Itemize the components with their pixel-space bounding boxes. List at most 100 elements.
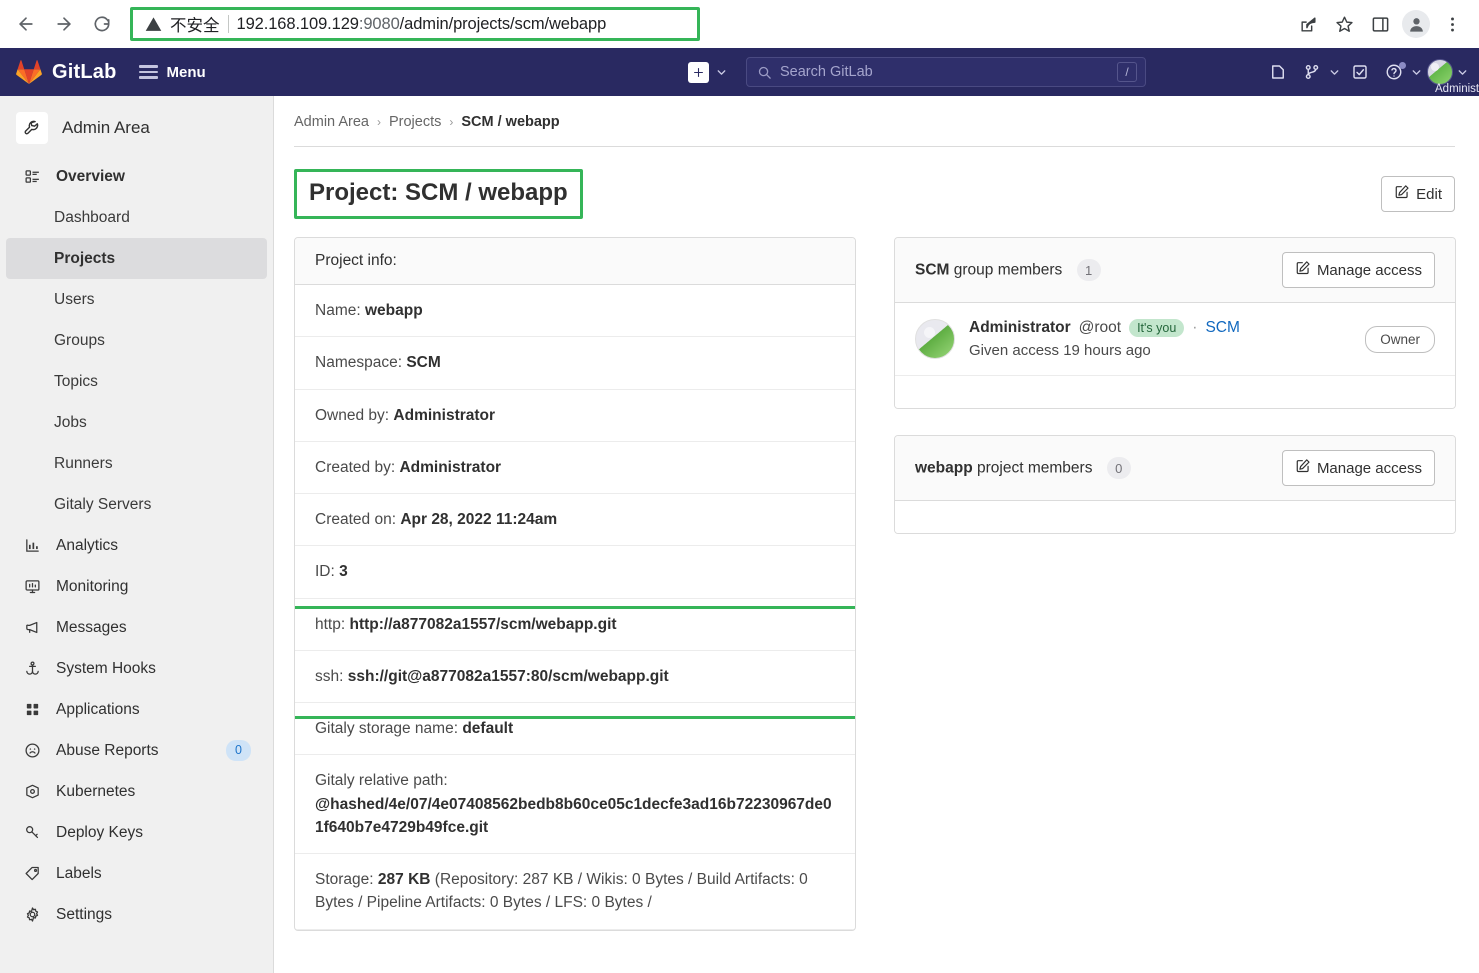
user-chevron-down-icon[interactable] <box>1456 66 1469 79</box>
sidebar-item-system-hooks-label: System Hooks <box>56 659 156 677</box>
megaphone-icon <box>22 619 42 636</box>
sidebar-item-deploy-keys-label: Deploy Keys <box>56 823 144 841</box>
gitlab-home-link[interactable]: GitLab <box>16 59 117 85</box>
sidebar-item-dashboard[interactable]: Dashboard <box>6 197 267 238</box>
browser-reload-button[interactable] <box>84 6 120 42</box>
sidebar-item-labels-label: Labels <box>56 864 102 882</box>
omnibox-divider <box>227 15 229 33</box>
address-bar[interactable]: 不安全 192.168.109.129:9080/admin/projects/… <box>130 7 700 41</box>
info-row-created-on: Created on: Apr 28, 2022 11:24am <box>295 494 855 547</box>
user-menu[interactable]: Administrator <box>1427 59 1479 95</box>
navbar-center: / <box>688 57 1146 87</box>
member-name: Administrator <box>969 319 1071 336</box>
create-new-icon[interactable] <box>688 61 709 83</box>
sidebar-item-messages[interactable]: Messages <box>6 607 267 648</box>
sidebar-item-monitoring[interactable]: Monitoring <box>6 566 267 607</box>
sidebar-item-labels[interactable]: Labels <box>6 853 267 894</box>
browser-menu-icon[interactable] <box>1435 7 1469 41</box>
info-value-namespace: SCM <box>406 354 441 372</box>
search-shortcut-key: / <box>1117 62 1137 82</box>
sidebar-item-analytics-label: Analytics <box>56 536 119 554</box>
browser-back-button[interactable] <box>8 6 44 42</box>
create-new-chevron-down-icon[interactable] <box>715 66 728 79</box>
hook-icon <box>22 660 42 677</box>
sidebar-item-settings[interactable]: Settings <box>6 894 267 935</box>
browser-profile-avatar[interactable] <box>1399 7 1433 41</box>
project-members-project-name: webapp <box>915 459 973 477</box>
project-members-card: webapp project members 0 Manage access <box>894 435 1456 534</box>
sidebar-item-jobs[interactable]: Jobs <box>6 402 267 443</box>
sidebar-item-topics[interactable]: Topics <box>6 361 267 402</box>
sidebar-item-monitoring-label: Monitoring <box>56 577 129 595</box>
info-label-id: ID: <box>315 563 335 581</box>
sidebar-item-abuse-reports[interactable]: Abuse Reports 0 <box>6 730 267 771</box>
overview-icon <box>22 168 42 185</box>
sidebar-item-analytics[interactable]: Analytics <box>6 525 267 566</box>
edit-button[interactable]: Edit <box>1381 176 1455 212</box>
sidebar-item-kubernetes[interactable]: Kubernetes <box>6 771 267 812</box>
project-info-card: Project info: Name: webapp Namespace: SC… <box>294 237 856 931</box>
member-group-link[interactable]: SCM <box>1205 319 1239 337</box>
group-members-group-name: SCM <box>915 261 950 279</box>
main-menu-label: Menu <box>166 63 206 81</box>
label-icon <box>22 865 42 882</box>
group-manage-access-button[interactable]: Manage access <box>1281 252 1435 288</box>
browser-action-icons <box>1291 7 1471 41</box>
breadcrumb-current: SCM / webapp <box>461 114 560 130</box>
project-manage-access-label: Manage access <box>1316 459 1422 477</box>
bookmark-star-icon[interactable] <box>1327 7 1361 41</box>
info-label-storage: Storage: <box>315 871 374 888</box>
sidebar-item-gitaly-servers[interactable]: Gitaly Servers <box>6 484 267 525</box>
search-input[interactable] <box>780 64 1109 80</box>
project-manage-access-button[interactable]: Manage access <box>1281 450 1435 486</box>
sidebar-item-projects[interactable]: Projects <box>6 238 267 279</box>
sidebar-item-deploy-keys[interactable]: Deploy Keys <box>6 812 267 853</box>
help-menu[interactable] <box>1379 57 1423 87</box>
sidebar-item-groups[interactable]: Groups <box>6 320 267 361</box>
info-label-owned-by: Owned by: <box>315 406 390 424</box>
page-title-annotation: Project: SCM / webapp <box>294 169 583 219</box>
sidebar-item-users[interactable]: Users <box>6 279 267 320</box>
list-item[interactable]: Administrator @root It's you · SCM Given… <box>895 303 1455 376</box>
help-icon[interactable] <box>1379 57 1409 87</box>
main-content: Admin Area › Projects › SCM / webapp Pro… <box>274 96 1479 973</box>
browser-forward-button[interactable] <box>46 6 82 42</box>
info-label-created-by: Created by: <box>315 458 396 476</box>
abuse-reports-count-badge: 0 <box>226 740 251 761</box>
merge-requests-chevron-down-icon[interactable] <box>1328 66 1341 79</box>
sidebar-item-users-label: Users <box>54 290 95 308</box>
sidebar-admin-area-header[interactable]: Admin Area <box>0 104 273 156</box>
content-columns: Project info: Name: webapp Namespace: SC… <box>294 237 1456 957</box>
project-members-count: 0 <box>1106 457 1131 479</box>
sidebar-item-overview-label: Overview <box>56 167 125 185</box>
group-manage-access-label: Manage access <box>1316 261 1422 279</box>
sidebar-item-runners[interactable]: Runners <box>6 443 267 484</box>
page-title: Project: SCM / webapp <box>309 179 568 206</box>
frown-icon <box>22 742 42 759</box>
merge-requests-menu[interactable] <box>1297 57 1341 87</box>
sidebar-item-applications[interactable]: Applications <box>6 689 267 730</box>
app-body: Admin Area Overview Dashboard Projects U… <box>0 96 1479 973</box>
share-icon[interactable] <box>1291 7 1325 41</box>
security-status-label: 不安全 <box>170 17 220 35</box>
merge-request-icon[interactable] <box>1297 57 1327 87</box>
avatar[interactable] <box>1427 59 1453 85</box>
gitlab-navbar: GitLab Menu / <box>0 48 1479 96</box>
help-chevron-down-icon[interactable] <box>1410 66 1423 79</box>
breadcrumb-admin-area[interactable]: Admin Area <box>294 114 369 130</box>
side-panel-icon[interactable] <box>1363 7 1397 41</box>
sidebar-item-jobs-label: Jobs <box>54 413 87 431</box>
browser-toolbar: 不安全 192.168.109.129:9080/admin/projects/… <box>0 0 1479 48</box>
search-box[interactable]: / <box>746 57 1146 87</box>
project-info-header-label: Project info: <box>315 252 397 269</box>
issues-icon[interactable] <box>1263 57 1293 87</box>
sidebar-item-system-hooks[interactable]: System Hooks <box>6 648 267 689</box>
sidebar-item-groups-label: Groups <box>54 331 105 349</box>
sidebar-item-applications-label: Applications <box>56 700 140 718</box>
main-menu-button[interactable]: Menu <box>138 63 206 81</box>
todos-icon[interactable] <box>1345 57 1375 87</box>
project-members-suffix: project members <box>977 459 1093 477</box>
sidebar-item-overview[interactable]: Overview <box>6 156 267 197</box>
breadcrumb-projects[interactable]: Projects <box>389 114 441 130</box>
info-row-storage: Storage: 287 KB (Repository: 287 KB / Wi… <box>295 854 855 930</box>
